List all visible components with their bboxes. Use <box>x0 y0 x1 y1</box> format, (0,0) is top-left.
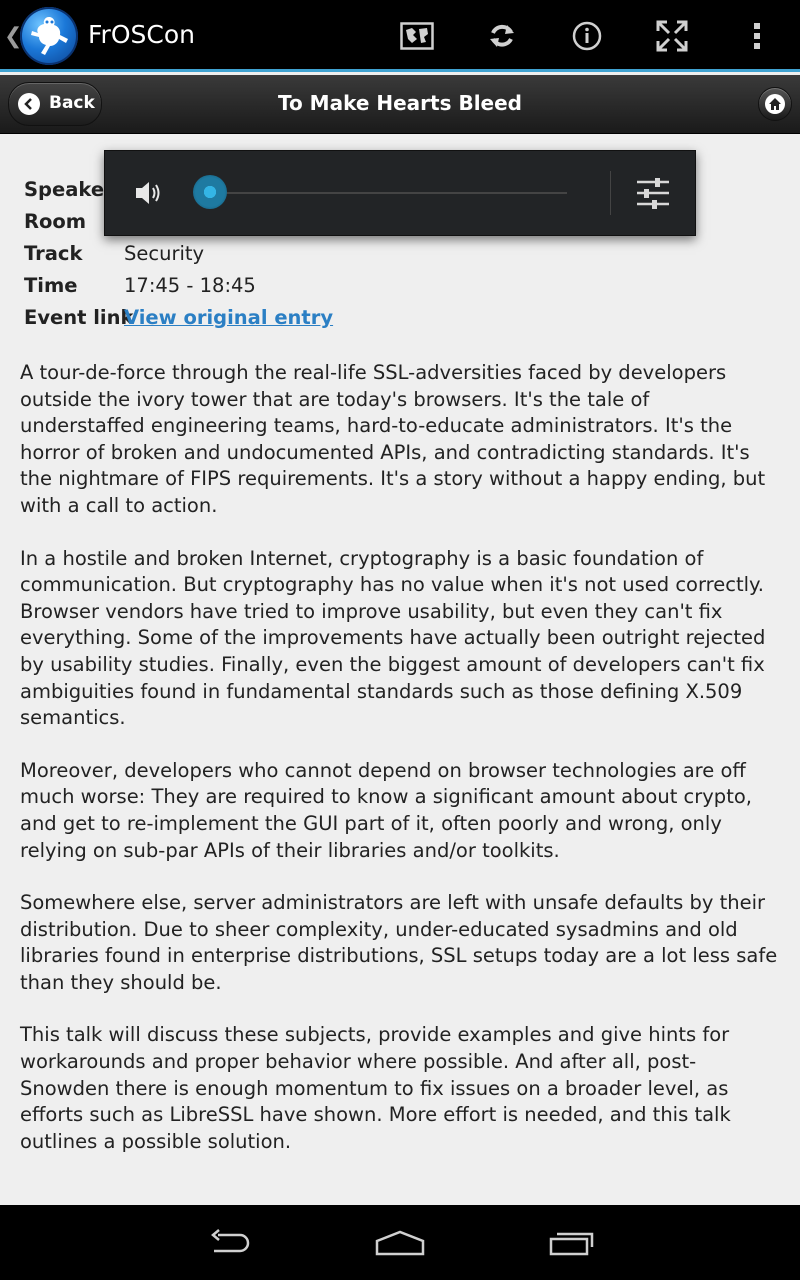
info-icon[interactable] <box>569 18 605 54</box>
speaker-label: Speaker <box>24 178 114 201</box>
volume-slider-thumb[interactable] <box>193 175 227 209</box>
system-navigation-bar <box>0 1205 800 1280</box>
description-paragraph: Somewhere else, server administrators ar… <box>20 891 778 994</box>
volume-divider <box>610 171 611 215</box>
app-title: FrOSCon <box>88 20 195 49</box>
volume-panel <box>104 150 696 236</box>
time-label: Time <box>24 274 78 297</box>
overflow-menu-icon[interactable] <box>739 18 775 54</box>
app-logo-icon[interactable] <box>20 7 78 65</box>
room-label: Room <box>24 210 87 233</box>
track-value: Security <box>124 242 205 265</box>
page-title: To Make Hearts Bleed <box>277 91 522 115</box>
nav-back-icon[interactable] <box>200 1225 260 1261</box>
page-header: Back To Make Hearts Bleed <box>0 75 800 134</box>
track-label: Track <box>24 242 83 265</box>
home-icon <box>765 94 785 114</box>
view-original-entry-link[interactable]: View original entry <box>124 306 333 329</box>
action-bar: ❮ FrOSCon <box>0 0 800 72</box>
sound-settings-icon[interactable] <box>635 175 671 215</box>
description-paragraph: A tour-de-force through the real-life SS… <box>20 361 766 517</box>
nav-recent-apps-icon[interactable] <box>541 1225 601 1261</box>
action-bar-divider <box>0 69 800 72</box>
home-button[interactable] <box>758 87 792 121</box>
description-paragraph: In a hostile and broken Internet, crypto… <box>20 546 766 730</box>
refresh-icon[interactable] <box>484 18 520 54</box>
time-value: 17:45 - 18:45 <box>124 274 256 297</box>
event-description: A tour-de-force through the real-life SS… <box>20 360 780 1181</box>
nav-home-icon[interactable] <box>370 1225 430 1261</box>
description-paragraph: This talk will discuss these subjects, p… <box>20 1023 731 1153</box>
speaker-volume-icon <box>133 177 165 213</box>
map-icon[interactable] <box>399 18 435 54</box>
event-link-label: Event link <box>24 306 134 329</box>
fullscreen-icon[interactable] <box>654 18 690 54</box>
volume-slider-track[interactable] <box>211 192 567 194</box>
description-paragraph: Moreover, developers who cannot depend o… <box>20 758 752 862</box>
